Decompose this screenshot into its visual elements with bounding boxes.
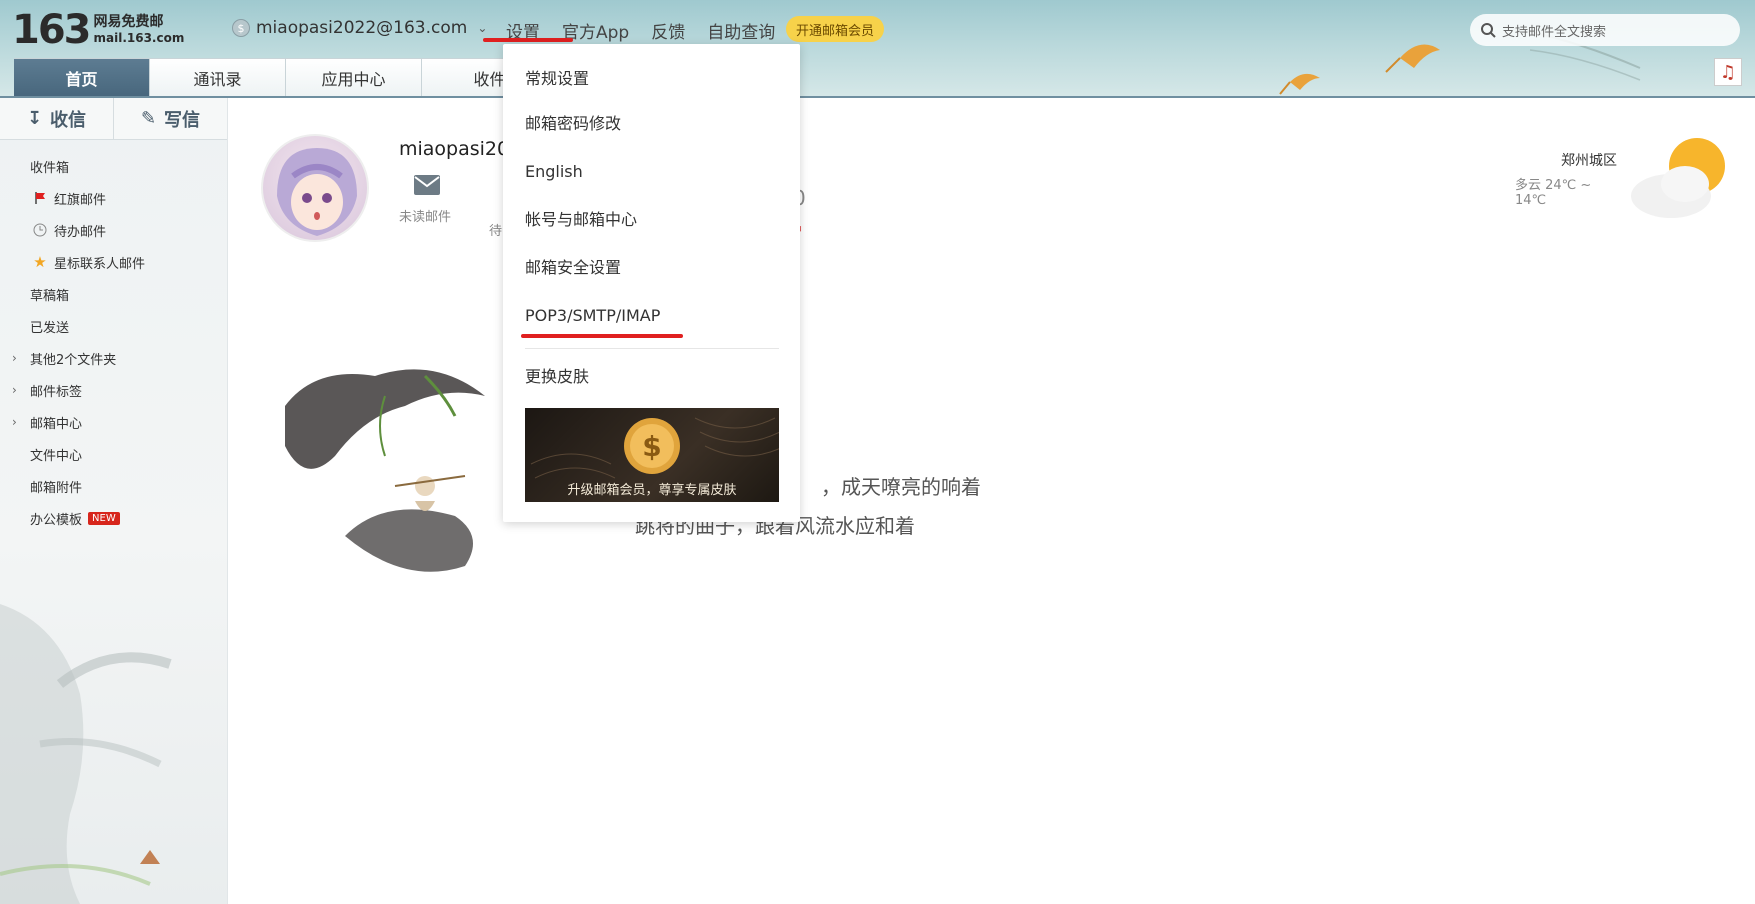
top-header: 163 网易免费邮 mail.163.com $ miaopasi2022@16… <box>0 0 1755 98</box>
nav-feedback[interactable]: 反馈 <box>651 18 685 43</box>
clock-icon <box>32 222 48 238</box>
settings-dropdown-menu: 常规设置 邮箱密码修改 English 帐号与邮箱中心 邮箱安全设置 POP3/… <box>503 44 800 522</box>
menu-account-center[interactable]: 帐号与邮箱中心 <box>525 205 637 235</box>
banner-text: 升级邮箱会员，尊享专属皮肤 <box>567 483 737 498</box>
poem-line-1: ，成天嘹亮的响着 <box>821 475 981 499</box>
partly-cloudy-icon <box>1631 138 1725 218</box>
chevron-right-icon: › <box>12 415 17 429</box>
edit-icon: ✎ <box>140 108 157 129</box>
logo-title: 网易免费邮 <box>93 14 164 30</box>
sidebar: ↧ 收信 ✎ 写信 收件箱 红旗邮件 待办邮件 ★ 星标联系人邮件 草稿箱 已发… <box>0 98 228 904</box>
logo-number: 163 <box>12 7 91 53</box>
pop3-red-underline <box>521 334 683 338</box>
search-box[interactable]: 支持邮件全文搜索 <box>1470 14 1740 46</box>
folder-sent[interactable]: 已发送 <box>0 310 227 342</box>
weather-city: 郑州城区 <box>1561 153 1617 169</box>
tree-illustration-icon <box>0 604 172 904</box>
avatar[interactable] <box>261 134 369 242</box>
menu-password-change[interactable]: 邮箱密码修改 <box>525 109 621 139</box>
red-flag-icon <box>32 190 48 206</box>
menu-change-skin[interactable]: 更换皮肤 <box>525 362 589 392</box>
unread-mail-stat[interactable]: 未读邮件 <box>399 168 451 225</box>
folder-file-center[interactable]: 文件中心 <box>0 438 227 470</box>
mail-icon <box>414 175 440 195</box>
new-badge: NEW <box>88 511 120 525</box>
chevron-down-icon: ⌄ <box>477 21 488 35</box>
folder-tags[interactable]: › 邮件标签 <box>0 374 227 406</box>
settings-red-underline <box>483 38 573 42</box>
folder-drafts[interactable]: 草稿箱 <box>0 278 227 310</box>
chevron-right-icon: › <box>12 351 17 365</box>
compose-button[interactable]: ✎ 写信 <box>114 98 227 139</box>
receive-button[interactable]: ↧ 收信 <box>0 98 114 139</box>
menu-security-settings[interactable]: 邮箱安全设置 <box>525 253 621 283</box>
weather-widget[interactable]: 郑州城区 多云 24℃ ~ 14℃ <box>1515 128 1755 238</box>
logo-domain: mail.163.com <box>93 31 185 45</box>
menu-pop3-smtp-imap[interactable]: POP3/SMTP/IMAP <box>525 301 660 331</box>
search-icon <box>1481 23 1496 38</box>
todo-stat[interactable]: 待 <box>489 220 502 239</box>
folder-templates[interactable]: 办公模板 NEW <box>0 502 227 534</box>
mail-logo[interactable]: 163 网易免费邮 mail.163.com <box>12 10 184 50</box>
vip-skin-banner[interactable]: $ 升级邮箱会员，尊享专属皮肤 <box>525 408 779 502</box>
main-content: miaopasi202 未读邮件 待 0 护 郑州城区 多云 24℃ ~ 14℃… <box>229 98 1755 904</box>
download-icon: ↧ <box>26 108 43 129</box>
folder-inbox[interactable]: 收件箱 <box>0 150 227 182</box>
open-vip-button[interactable]: 开通邮箱会员 <box>786 16 885 42</box>
star-icon: ★ <box>33 253 47 271</box>
chevron-right-icon: › <box>12 383 17 397</box>
tab-app-center[interactable]: 应用中心 <box>286 58 422 96</box>
music-icon[interactable]: ♫ <box>1714 58 1742 86</box>
folder-attachments[interactable]: 邮箱附件 <box>0 470 227 502</box>
folder-todo[interactable]: 待办邮件 <box>0 214 227 246</box>
main-tabs: 首页 通讯录 应用中心 收件 <box>14 58 558 96</box>
tab-contacts[interactable]: 通讯录 <box>150 58 286 96</box>
folder-other[interactable]: › 其他2个文件夹 <box>0 342 227 374</box>
account-switcher[interactable]: $ miaopasi2022@163.com ⌄ <box>232 18 487 38</box>
svg-text:$: $ <box>642 430 661 463</box>
menu-divider <box>525 348 779 349</box>
menu-english[interactable]: English <box>525 157 583 187</box>
menu-general-settings[interactable]: 常规设置 <box>525 64 589 94</box>
weather-temp: 多云 24℃ ~ 14℃ <box>1515 178 1592 208</box>
search-placeholder: 支持邮件全文搜索 <box>1502 24 1607 40</box>
nav-self-service[interactable]: 自助查询 <box>707 18 775 43</box>
compose-bar: ↧ 收信 ✎ 写信 <box>0 98 227 140</box>
account-email: miaopasi2022@163.com <box>256 18 468 38</box>
coin-icon: $ <box>232 19 250 37</box>
folder-mail-center[interactable]: › 邮箱中心 <box>0 406 227 438</box>
ink-painting-icon <box>285 369 485 572</box>
folder-list: 收件箱 红旗邮件 待办邮件 ★ 星标联系人邮件 草稿箱 已发送 › 其他2个文件… <box>0 140 227 534</box>
tab-home[interactable]: 首页 <box>14 58 150 96</box>
folder-starred[interactable]: ★ 星标联系人邮件 <box>0 246 227 278</box>
folder-flagged[interactable]: 红旗邮件 <box>0 182 227 214</box>
